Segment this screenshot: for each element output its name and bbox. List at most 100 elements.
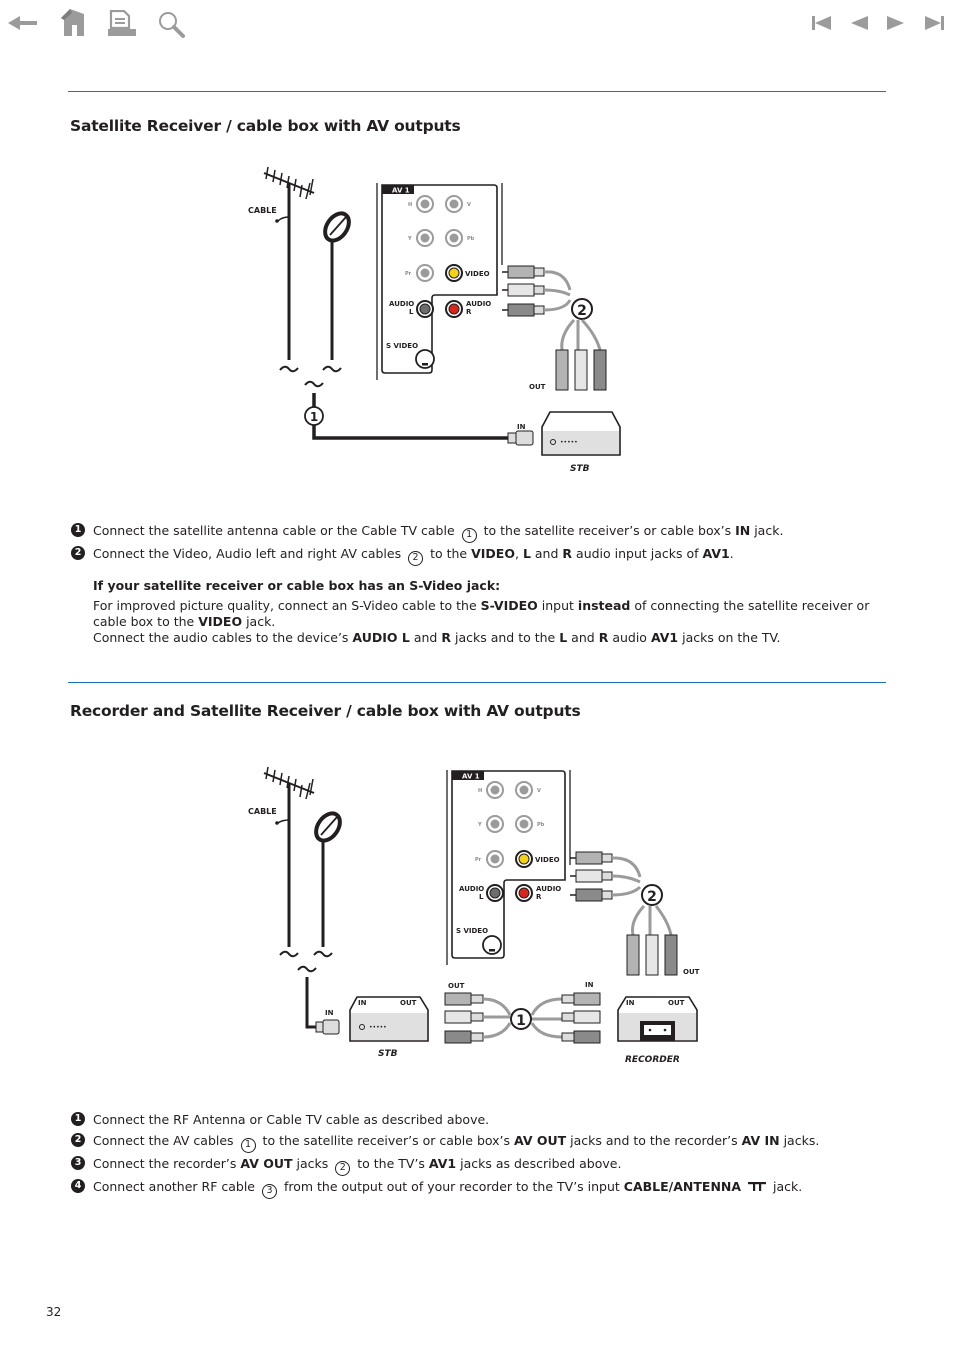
step-number: 1 bbox=[71, 523, 85, 537]
in-label: IN bbox=[517, 423, 526, 431]
home-icon[interactable] bbox=[60, 8, 86, 38]
jack-label: AUDIO L bbox=[352, 630, 410, 645]
av-cable-1: 1 bbox=[444, 992, 601, 1044]
next-page-icon[interactable] bbox=[886, 15, 906, 31]
step-text: Connect the Video, Audio left and right … bbox=[93, 546, 402, 561]
audio-r-letter: R bbox=[466, 308, 472, 316]
step-bold: AV OUT bbox=[240, 1156, 293, 1171]
section-title: Satellite Receiver / cable box with AV o… bbox=[70, 117, 461, 135]
step-item: 2 Connect the AV cables 1 to the satelli… bbox=[70, 1130, 880, 1153]
note-line: Connect the audio cables to the device’s… bbox=[93, 630, 883, 646]
recorder-label: RECORDER bbox=[625, 1055, 680, 1065]
callout-ref: 2 bbox=[408, 551, 424, 566]
step-text: to the satellite receiver’s or cable box… bbox=[483, 523, 732, 538]
step-text: . bbox=[729, 546, 734, 561]
first-page-icon[interactable] bbox=[811, 15, 833, 31]
note-line: For improved picture quality, connect an… bbox=[93, 598, 883, 630]
stb-label: STB bbox=[570, 464, 590, 474]
step-number: 3 bbox=[71, 1156, 85, 1170]
s-video-note: If your satellite receiver or cable box … bbox=[93, 578, 883, 646]
cable-label: CABLE bbox=[248, 807, 277, 816]
antenna-icon bbox=[263, 166, 315, 360]
step-text: and bbox=[534, 546, 559, 561]
print-icon[interactable] bbox=[107, 10, 137, 38]
jack-label: S-VIDEO bbox=[480, 598, 538, 613]
jack-label: H bbox=[408, 202, 412, 208]
connection-diagram-recorder: CABLE IN AV 1 H V Y Pb Pr VIDEO AUDIO L … bbox=[240, 765, 720, 1070]
jack-label: input bbox=[541, 598, 574, 613]
audio-r-label: AUDIO bbox=[466, 300, 491, 308]
step-text: to the bbox=[430, 546, 468, 561]
satellite-dish-icon bbox=[323, 211, 351, 360]
step-text: Connect the satellite antenna cable or t… bbox=[93, 523, 455, 538]
s-video-label: S VIDEO bbox=[456, 927, 488, 935]
step-item: 1 Connect the satellite antenna cable or… bbox=[70, 520, 880, 543]
video-jack-label: VIDEO bbox=[465, 270, 490, 278]
page-number: 32 bbox=[46, 1305, 62, 1319]
step-item: 3 Connect the recorder’s AV OUT jacks 2 … bbox=[70, 1153, 880, 1176]
jack-label: VIDEO bbox=[198, 614, 243, 629]
s-video-label: S VIDEO bbox=[386, 342, 418, 350]
callout-1-label: 1 bbox=[310, 410, 318, 424]
jack-label: AV1 bbox=[650, 630, 679, 645]
step-bold: IN bbox=[735, 523, 751, 538]
section-divider bbox=[68, 91, 886, 92]
step-bold: AV1 bbox=[702, 546, 730, 561]
steps-list-2: 1 Connect the RF Antenna or Cable TV cab… bbox=[70, 1109, 880, 1199]
callout-ref: 2 bbox=[335, 1161, 351, 1176]
satellite-dish-icon bbox=[314, 811, 342, 947]
callout-1-label: 1 bbox=[516, 1013, 526, 1029]
av-cable-2: 2 bbox=[502, 265, 607, 391]
step-text: Connect the AV cables bbox=[93, 1133, 234, 1148]
search-icon[interactable] bbox=[158, 11, 186, 39]
note-title: If your satellite receiver or cable box … bbox=[93, 578, 501, 593]
jack-label: Pr bbox=[405, 271, 412, 277]
step-text: jacks. bbox=[783, 1133, 820, 1148]
av-cable-2: 2 bbox=[570, 851, 678, 976]
last-page-icon[interactable] bbox=[924, 15, 946, 31]
stb-box-out-label: OUT bbox=[400, 999, 417, 1007]
stb-out-label: OUT bbox=[448, 982, 465, 990]
step-text: jacks and to the recorder’s bbox=[570, 1133, 738, 1148]
step-number: 2 bbox=[71, 546, 85, 560]
jack-label: V bbox=[537, 788, 541, 794]
jack-label: V bbox=[467, 202, 471, 208]
jack-label: and bbox=[413, 630, 438, 645]
jack-label: For improved picture quality, connect an… bbox=[93, 598, 477, 613]
antenna-input-icon bbox=[748, 1182, 767, 1191]
callout-2-label: 2 bbox=[577, 303, 587, 319]
step-bold: R bbox=[562, 546, 573, 561]
step-bold: AV OUT bbox=[514, 1133, 567, 1148]
steps-list-1: 1 Connect the satellite antenna cable or… bbox=[70, 520, 880, 566]
recorder-out-label: OUT bbox=[683, 968, 700, 976]
step-item: 2 Connect the Video, Audio left and righ… bbox=[70, 543, 880, 566]
step-bold: AV1 bbox=[428, 1156, 457, 1171]
section-title: Recorder and Satellite Receiver / cable … bbox=[70, 702, 581, 720]
step-text: jacks as described above. bbox=[460, 1156, 622, 1171]
recorder-box-out-label: OUT bbox=[668, 999, 685, 1007]
jack-label: Pr bbox=[475, 857, 482, 863]
jack-label: Pb bbox=[537, 822, 545, 828]
jack-label: jacks and to the bbox=[454, 630, 556, 645]
audio-l-label: AUDIO bbox=[459, 885, 484, 893]
audio-r-label: AUDIO bbox=[536, 885, 561, 893]
previous-page-icon[interactable] bbox=[850, 15, 870, 31]
step-text: Connect another RF cable bbox=[93, 1179, 255, 1194]
cable-label: CABLE bbox=[248, 206, 277, 215]
audio-l-letter: L bbox=[479, 893, 484, 901]
stb-device: ••••• bbox=[541, 411, 621, 456]
out-label: OUT bbox=[529, 383, 546, 391]
back-arrow-icon[interactable] bbox=[8, 13, 38, 33]
av1-label: AV 1 bbox=[392, 187, 410, 195]
stb-box-in-label: IN bbox=[358, 999, 367, 1007]
svg-text:•••••: ••••• bbox=[369, 1024, 387, 1031]
av1-label: AV 1 bbox=[462, 773, 480, 781]
step-number: 4 bbox=[71, 1179, 85, 1193]
audio-l-label: AUDIO bbox=[389, 300, 414, 308]
callout-ref: 1 bbox=[240, 1138, 256, 1153]
step-text: Connect the recorder’s bbox=[93, 1156, 237, 1171]
recorder-box-in-label: IN bbox=[626, 999, 635, 1007]
stb-in-label: IN bbox=[325, 1009, 334, 1017]
jack-label: jack. bbox=[246, 614, 276, 629]
step-bold: AV IN bbox=[741, 1133, 780, 1148]
